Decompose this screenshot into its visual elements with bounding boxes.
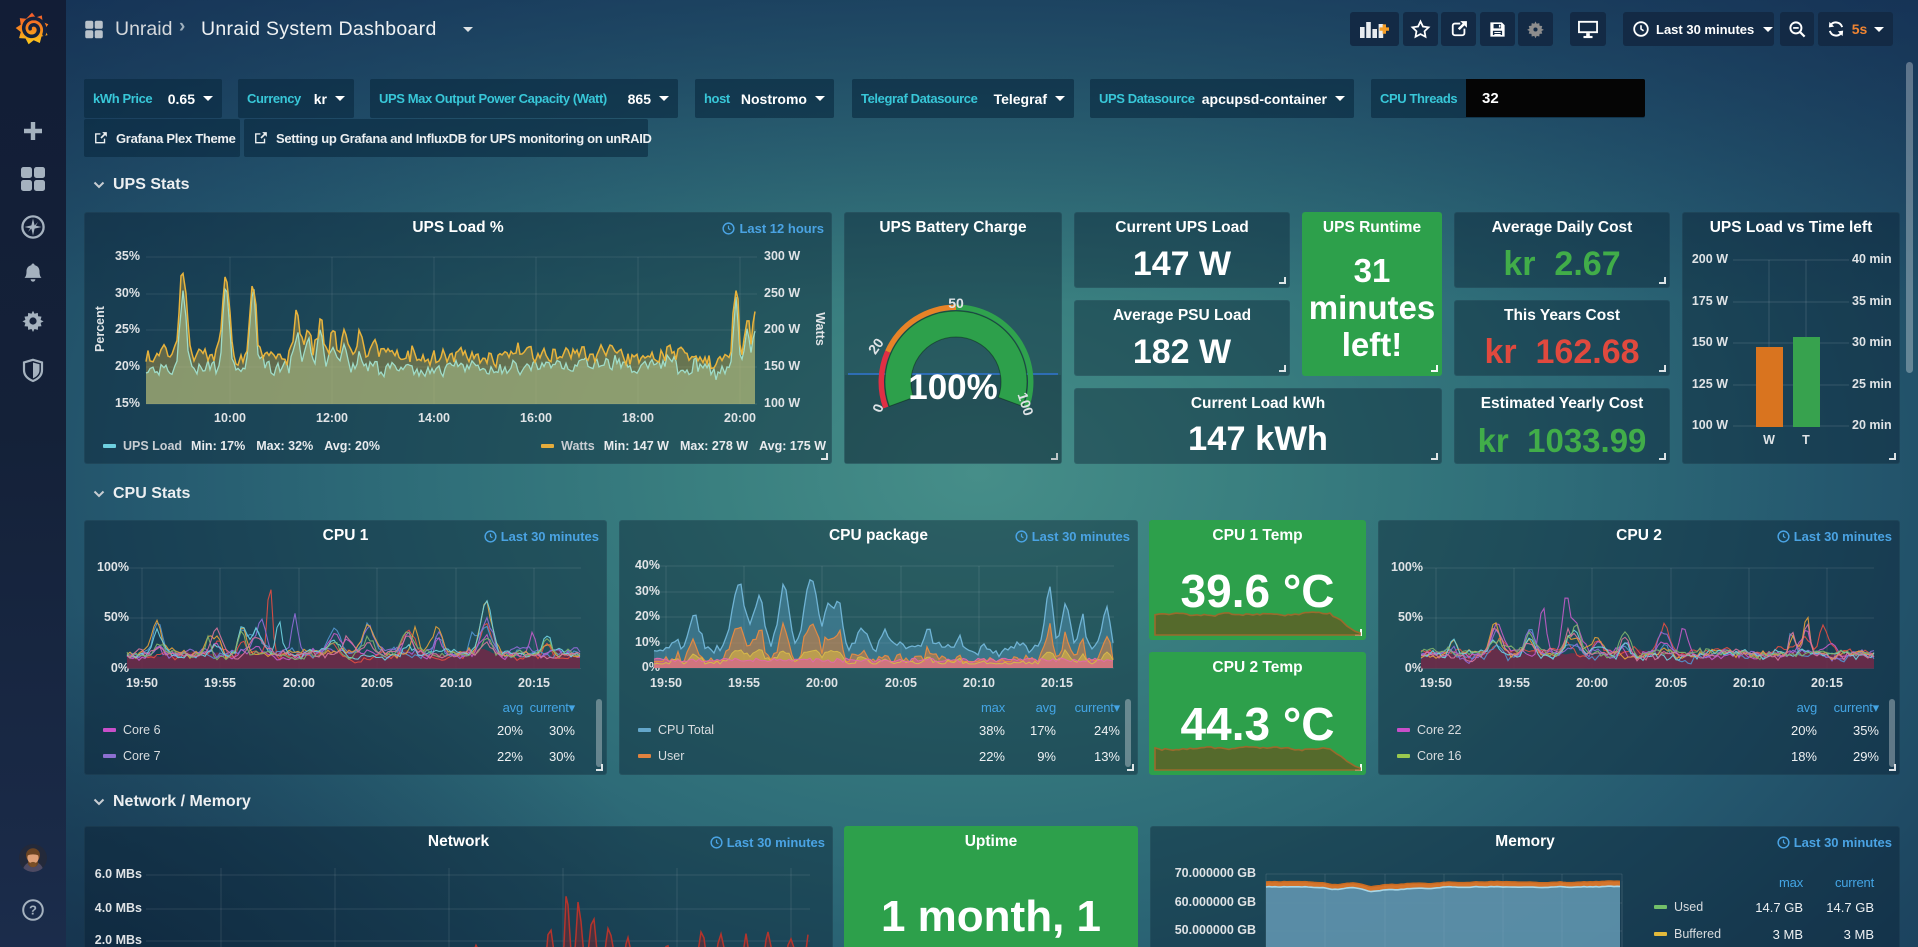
svg-text:?: ? xyxy=(29,903,37,918)
